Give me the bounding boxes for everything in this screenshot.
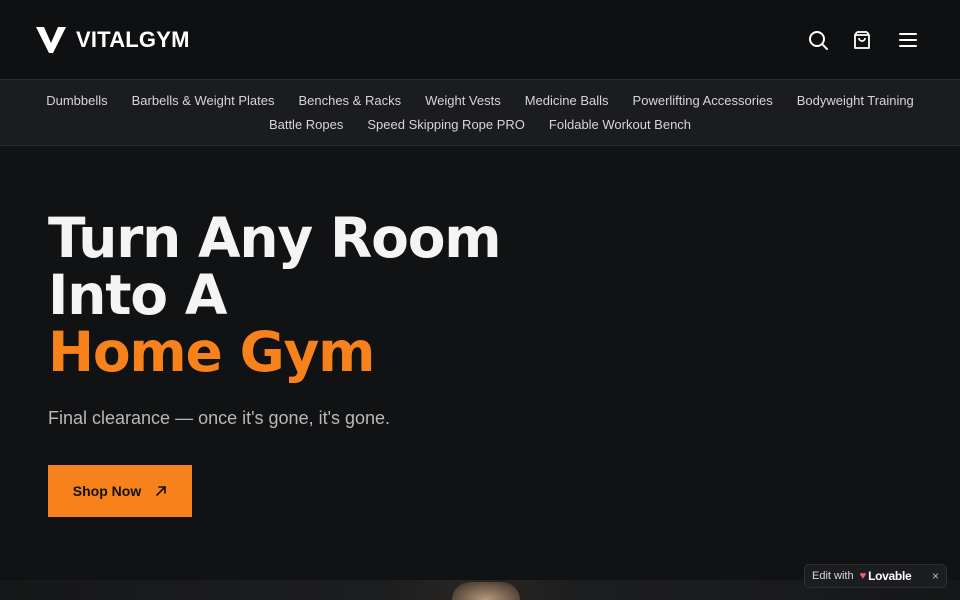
hero-photo-figure <box>452 582 520 600</box>
close-icon[interactable]: × <box>932 569 939 583</box>
hero-title-highlight: Home Gym <box>48 320 375 384</box>
brand-name: VITALGYM <box>76 27 190 52</box>
nav-item-powerlifting-accessories[interactable]: Powerlifting Accessories <box>633 93 773 108</box>
logo-mark-icon <box>36 27 66 53</box>
site-header: VITALGYM <box>0 0 960 80</box>
nav-item-speed-skipping-rope-pro[interactable]: Speed Skipping Rope PRO <box>367 117 525 132</box>
search-icon[interactable] <box>806 28 830 52</box>
nav-item-barbells-weight-plates[interactable]: Barbells & Weight Plates <box>132 93 275 108</box>
hero-title: Turn Any Room Into A Home Gym <box>48 206 502 384</box>
nav-item-foldable-workout-bench[interactable]: Foldable Workout Bench <box>549 117 691 132</box>
arrow-up-right-icon <box>156 486 167 496</box>
menu-icon[interactable] <box>896 28 920 52</box>
edit-with-lovable-badge[interactable]: Edit with ♥ Lovable × <box>804 564 947 588</box>
hero-title-line-2: Into A <box>48 263 227 327</box>
category-nav-row-2: Battle Ropes Speed Skipping Rope PRO Fol… <box>0 117 960 132</box>
hero-title-line-1: Turn Any Room <box>48 206 502 270</box>
badge-prefix: Edit with <box>812 570 854 582</box>
nav-item-weight-vests[interactable]: Weight Vests <box>425 93 501 108</box>
category-nav: Dumbbells Barbells & Weight Plates Bench… <box>0 80 960 146</box>
nav-item-battle-ropes[interactable]: Battle Ropes <box>269 117 343 132</box>
category-nav-row-1: Dumbbells Barbells & Weight Plates Bench… <box>0 93 960 108</box>
badge-brand: Lovable <box>868 569 912 583</box>
shop-now-label: Shop Now <box>72 483 142 499</box>
cart-icon[interactable] <box>850 28 874 52</box>
shop-now-button[interactable]: Shop Now <box>48 465 192 517</box>
nav-item-benches-racks[interactable]: Benches & Racks <box>298 93 401 108</box>
nav-item-bodyweight-training[interactable]: Bodyweight Training <box>797 93 914 108</box>
brand-logo[interactable]: VITALGYM <box>36 26 190 54</box>
heart-icon: ♥ <box>859 570 867 582</box>
hero-subtitle: Final clearance — once it's gone, it's g… <box>48 408 391 428</box>
nav-item-dumbbells[interactable]: Dumbbells <box>46 93 107 108</box>
nav-item-medicine-balls[interactable]: Medicine Balls <box>525 93 609 108</box>
